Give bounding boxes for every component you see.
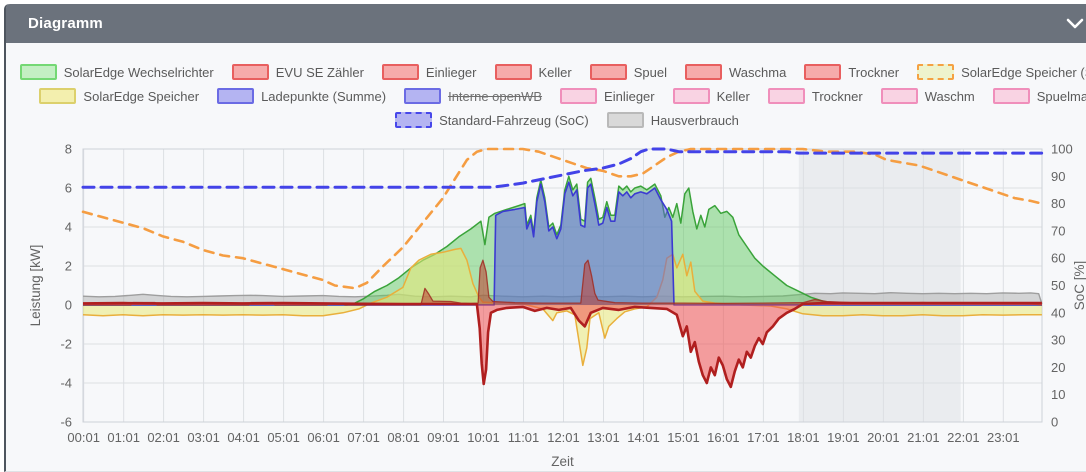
ytick-left: 2 [65, 259, 72, 274]
ytick-left: -4 [60, 376, 72, 391]
xtick: 06:01 [307, 430, 340, 445]
page: Diagramm SolarEdge Wechselrichter EVU SE … [0, 0, 1086, 472]
ytick-right: 50 [1051, 278, 1065, 293]
ytick-left: 4 [65, 220, 72, 235]
ytick-left: -6 [60, 415, 72, 430]
ytick-right: 60 [1051, 251, 1065, 266]
xtick: 20:01 [867, 430, 900, 445]
xtick: 14:01 [627, 430, 660, 445]
xtick: 21:01 [907, 430, 940, 445]
xtick: 03:01 [187, 430, 220, 445]
ylabel-right: SoC [%] [1072, 261, 1086, 311]
page-title: Diagramm [28, 15, 103, 32]
xtick: 12:01 [547, 430, 580, 445]
xtick: 16:01 [707, 430, 740, 445]
xtick: 13:01 [587, 430, 620, 445]
xtick: 01:01 [107, 430, 140, 445]
chevron-down-icon[interactable] [1066, 17, 1084, 31]
xtick: 07:01 [347, 430, 380, 445]
xtick: 00:01 [67, 430, 100, 445]
ytick-right: 0 [1051, 415, 1058, 430]
xtick: 05:01 [267, 430, 300, 445]
ytick-left: -2 [60, 337, 72, 352]
xtick: 04:01 [227, 430, 260, 445]
highlight-band [798, 149, 961, 422]
ytick-right: 100 [1051, 142, 1073, 157]
xtick: 22:01 [947, 430, 980, 445]
ytick-right: 70 [1051, 223, 1065, 238]
ylabel-left: Leistung [kW] [28, 245, 43, 327]
ytick-right: 10 [1051, 387, 1065, 402]
xtick: 10:01 [467, 430, 500, 445]
ytick-left: 8 [65, 142, 72, 157]
ytick-left: 6 [65, 181, 72, 196]
xtick: 17:01 [747, 430, 780, 445]
xtick: 08:01 [387, 430, 420, 445]
card-header[interactable]: Diagramm [6, 4, 1086, 43]
ytick-right: 80 [1051, 196, 1065, 211]
xtick: 18:01 [787, 430, 820, 445]
ytick-right: 40 [1051, 305, 1065, 320]
ytick-right: 30 [1051, 333, 1065, 348]
diagram-card: Diagramm SolarEdge Wechselrichter EVU SE … [4, 4, 1086, 472]
ytick-right: 90 [1051, 169, 1065, 184]
xtick: 02:01 [147, 430, 180, 445]
xtick: 11:01 [508, 430, 540, 445]
xtick: 19:01 [827, 430, 860, 445]
ytick-left: 0 [65, 298, 72, 313]
xtick: 23:01 [987, 430, 1020, 445]
xlabel: Zeit [551, 454, 574, 469]
ytick-right: 20 [1051, 360, 1065, 375]
xtick: 09:01 [427, 430, 460, 445]
xtick: 15:01 [667, 430, 700, 445]
power-soc-chart[interactable]: 86420-2-4-6100908070605040302010000:01 01… [0, 43, 1086, 472]
